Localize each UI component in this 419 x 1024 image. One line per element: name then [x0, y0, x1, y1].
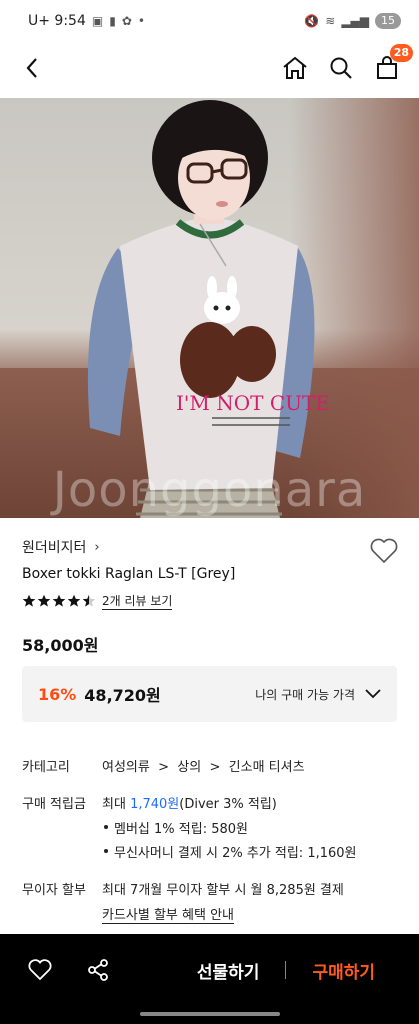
top-nav-bar: 28 — [0, 42, 419, 94]
category-row: 카테고리 여성의류 > 상의 > 긴소매 티셔츠 — [22, 756, 402, 775]
search-icon — [330, 57, 352, 79]
star-icon — [67, 594, 81, 607]
heart-icon — [28, 959, 52, 981]
dot-icon: • — [137, 14, 145, 28]
home-indicator[interactable] — [140, 1012, 280, 1016]
brand-link[interactable]: 원더비지터 › — [22, 536, 398, 558]
star-icon — [82, 594, 96, 607]
signal-icon: ▂▄▆ — [341, 14, 369, 28]
home-button[interactable] — [281, 54, 309, 82]
cart-button[interactable]: 28 — [373, 44, 413, 82]
watermark-text: Joonggonara — [52, 462, 367, 518]
rating-row: 2개 리뷰 보기 — [22, 592, 398, 610]
mute-icon: 🔇 — [304, 14, 320, 28]
star-icon — [22, 594, 36, 607]
product-image[interactable]: I'M NOT CUTE Joonggonara — [0, 98, 419, 518]
points-label: 구매 적립금 — [22, 797, 86, 812]
points-suffix: (Diver 3% 적립) — [179, 797, 277, 812]
product-info: 원더비지터 › Boxer tokki Raglan LS-T [Grey] 2… — [22, 536, 398, 656]
product-name: Boxer tokki Raglan LS-T [Grey] — [22, 566, 236, 582]
discount-box[interactable]: 16% 48,720원 나의 구매 가능 가격 — [22, 666, 397, 722]
chevron-right-icon: > — [153, 760, 174, 775]
svg-text:I'M NOT CUTE: I'M NOT CUTE — [176, 391, 330, 415]
category-item[interactable]: 여성의류 — [102, 760, 150, 775]
star-icon — [37, 594, 51, 607]
star-icon — [52, 594, 66, 607]
bottom-action-bar: 선물하기 구매하기 — [0, 934, 419, 1024]
installment-text: 최대 7개월 무이자 할부 시 월 8,285원 결제 — [102, 883, 344, 898]
screenshot-icon: ▣ — [91, 14, 104, 28]
installment-row: 무이자 할부 최대 7개월 무이자 할부 시 월 8,285원 결제 카드사별 … — [22, 879, 402, 924]
product-details: 카테고리 여성의류 > 상의 > 긴소매 티셔츠 구매 적립금 최대 1,740… — [22, 756, 402, 942]
battery-indicator: 15 — [375, 13, 401, 29]
review-link[interactable]: 2개 리뷰 보기 — [102, 592, 173, 610]
heart-icon — [370, 538, 398, 564]
category-item[interactable]: 상의 — [177, 760, 201, 775]
my-price-toggle[interactable]: 나의 구매 가능 가격 — [255, 686, 381, 703]
gift-button[interactable]: 선물하기 — [197, 958, 260, 983]
wishlist-button[interactable] — [370, 538, 398, 564]
installment-link[interactable]: 카드사별 할부 혜택 안내 — [102, 904, 234, 924]
cart-count-badge: 28 — [389, 44, 413, 62]
home-icon — [283, 56, 307, 79]
chevron-right-icon: › — [94, 539, 100, 555]
share-icon — [88, 959, 108, 981]
divider — [285, 961, 287, 979]
model-figure: I'M NOT CUTE — [87, 100, 330, 518]
back-button[interactable] — [18, 54, 46, 82]
points-value: 1,740원 — [130, 797, 180, 812]
notification-icon: ▮ — [109, 14, 116, 28]
like-button[interactable] — [22, 952, 58, 988]
chevron-right-icon: > — [205, 760, 225, 775]
category-breadcrumb: 여성의류 > 상의 > 긴소매 티셔츠 — [102, 756, 402, 775]
category-item[interactable]: 긴소매 티셔츠 — [229, 760, 305, 775]
points-row: 구매 적립금 최대 1,740원(Diver 3% 적립) 멤버십 1% 적립:… — [22, 793, 402, 861]
status-bar: U+ 9:54 ▣ ▮ ✿ • 🔇 ≋ ▂▄▆ 15 — [0, 0, 419, 42]
search-button[interactable] — [327, 54, 355, 82]
buy-button[interactable]: 구매하기 — [312, 958, 375, 983]
points-item: 멤버십 1% 적립: 580원 — [102, 818, 402, 837]
points-item: 무신사머니 결제 시 2% 추가 적립: 1,160원 — [102, 842, 402, 861]
app-icon: ✿ — [121, 14, 132, 28]
chevron-left-icon — [26, 58, 37, 78]
original-price: 58,000원 — [22, 636, 99, 655]
discount-percent: 16% — [38, 684, 77, 704]
share-button[interactable] — [80, 952, 116, 988]
status-time: U+ 9:54 — [28, 13, 86, 29]
chevron-down-icon — [365, 689, 381, 699]
points-prefix: 최대 — [102, 797, 131, 812]
star-rating — [22, 594, 96, 608]
wifi-icon: ≋ — [325, 14, 336, 28]
brand-name: 원더비지터 — [22, 540, 87, 556]
category-label: 카테고리 — [22, 760, 70, 775]
my-price-label: 나의 구매 가능 가격 — [255, 687, 355, 702]
installment-label: 무이자 할부 — [22, 883, 86, 898]
discount-price: 48,720원 — [84, 686, 161, 705]
